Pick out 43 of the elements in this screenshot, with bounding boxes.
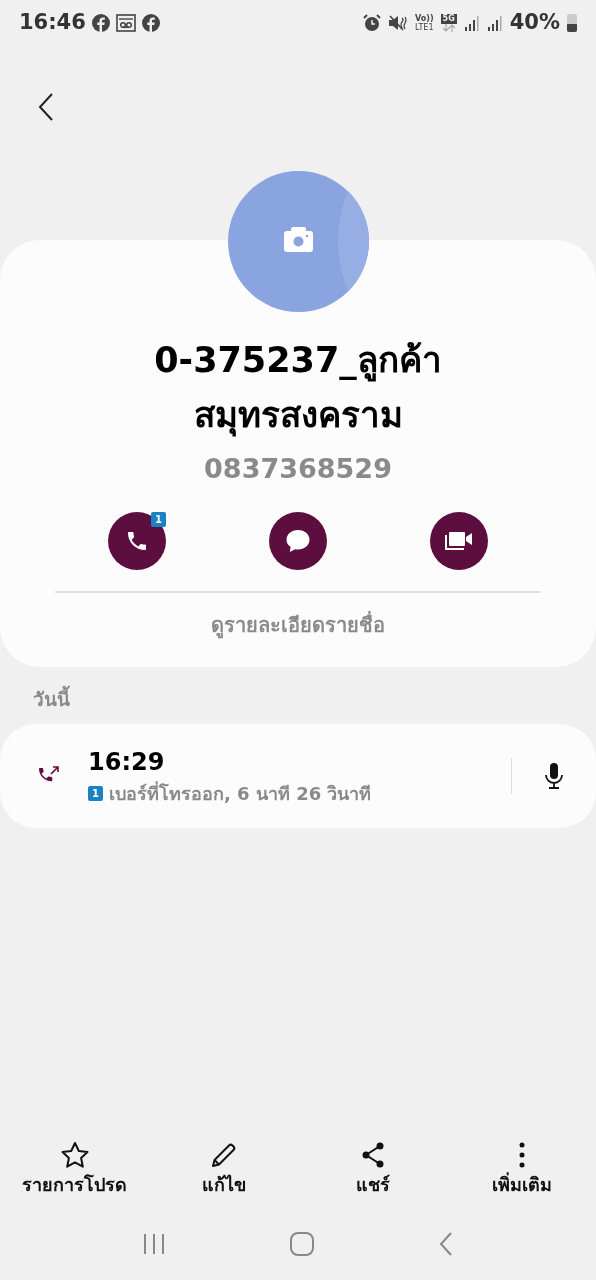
edit-button[interactable]: แก้ไข bbox=[149, 1136, 298, 1202]
facebook-icon bbox=[141, 13, 160, 32]
pencil-icon bbox=[209, 1141, 238, 1169]
sim-badge: 1 bbox=[88, 785, 103, 801]
clock: 16:46 bbox=[19, 8, 86, 36]
signal-icon bbox=[463, 13, 480, 32]
volte-label: Vo)) bbox=[415, 13, 434, 23]
more-button[interactable]: เพิ่มเติม bbox=[447, 1136, 596, 1202]
back-nav-button[interactable] bbox=[439, 1232, 454, 1256]
call-log-item[interactable]: 16:29 1 เบอร์ที่โทรออก, 6 นาที 26 วินาที bbox=[0, 724, 596, 828]
contact-name: สมุทรสงคราม bbox=[193, 394, 403, 439]
share-button[interactable]: แชร์ bbox=[298, 1136, 447, 1202]
mute-icon bbox=[388, 13, 409, 32]
call-button[interactable]: 1 bbox=[108, 512, 166, 570]
phone-number: 0837368529 bbox=[204, 452, 392, 486]
back-icon bbox=[38, 93, 54, 121]
facebook-icon bbox=[91, 13, 110, 32]
section-header: วันนี้ bbox=[33, 685, 70, 714]
microphone-icon bbox=[544, 762, 564, 790]
video-call-button[interactable] bbox=[430, 512, 488, 570]
network-badge: 5G bbox=[440, 13, 457, 24]
recording-button[interactable] bbox=[542, 760, 566, 792]
call-description: เบอร์ที่โทรออก, 6 นาที 26 วินาที bbox=[109, 780, 372, 806]
call-time: 16:29 bbox=[88, 746, 166, 778]
battery-percent: 40% bbox=[509, 8, 560, 36]
star-icon bbox=[59, 1141, 90, 1169]
data-arrows-icon bbox=[441, 23, 456, 32]
phone-icon bbox=[125, 529, 149, 553]
video-camera-icon bbox=[444, 529, 474, 553]
home-button[interactable] bbox=[290, 1232, 314, 1256]
lte-label: LTE1 bbox=[415, 22, 434, 32]
favorites-button[interactable]: รายการโปรด bbox=[0, 1136, 149, 1202]
battery-icon bbox=[567, 13, 577, 32]
share-icon bbox=[360, 1142, 385, 1168]
more-icon bbox=[518, 1142, 525, 1168]
chat-bubble-icon bbox=[284, 527, 312, 555]
alarm-icon bbox=[363, 13, 382, 32]
recent-apps-button[interactable] bbox=[142, 1233, 165, 1255]
message-button[interactable] bbox=[269, 512, 327, 570]
voicemail-icon bbox=[115, 13, 136, 32]
contact-name: 0-375237_ลูกค้า bbox=[154, 339, 442, 384]
sim-badge: 1 bbox=[151, 512, 166, 527]
signal-icon bbox=[486, 13, 503, 32]
